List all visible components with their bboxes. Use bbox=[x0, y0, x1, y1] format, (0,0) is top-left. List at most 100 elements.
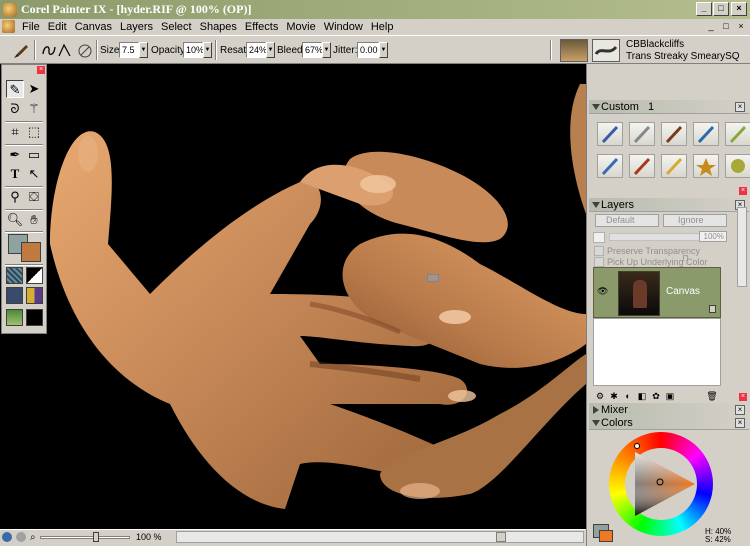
layer-lock-icon[interactable] bbox=[709, 305, 716, 313]
magnifier-icon[interactable]: 🔍︎ bbox=[6, 211, 24, 229]
transform-icon[interactable]: ⬚ bbox=[25, 123, 43, 141]
zoom-magnifier-icon[interactable]: ⌕ bbox=[30, 532, 36, 543]
zoom-slider[interactable] bbox=[40, 536, 130, 539]
look-selector-icon[interactable] bbox=[26, 309, 43, 326]
paint-bucket-icon[interactable]: ⛋ bbox=[25, 188, 43, 206]
menu-select[interactable]: Select bbox=[157, 21, 196, 33]
saturation-value-triangle[interactable] bbox=[625, 448, 697, 520]
pen-icon[interactable]: ✒ bbox=[6, 146, 24, 164]
palette-close-icon[interactable]: × bbox=[735, 102, 745, 112]
brush-preset-icon[interactable] bbox=[597, 154, 623, 178]
opacity-spinner[interactable]: ▼ bbox=[203, 42, 212, 58]
bleed-spinner[interactable]: ▼ bbox=[322, 42, 331, 58]
menu-shapes[interactable]: Shapes bbox=[196, 21, 241, 33]
create-mask-icon[interactable]: ▣ bbox=[663, 390, 677, 402]
crop-icon[interactable]: ⌗ bbox=[6, 123, 24, 141]
menu-file[interactable]: File bbox=[18, 21, 44, 33]
collapse-triangle-icon[interactable] bbox=[592, 420, 600, 426]
doc-restore-button[interactable]: □ bbox=[719, 20, 733, 32]
close-button[interactable]: × bbox=[731, 2, 747, 16]
size-spinner[interactable]: ▼ bbox=[139, 42, 148, 58]
brush-preset-icon[interactable] bbox=[725, 122, 750, 146]
brush-variant-icon[interactable] bbox=[592, 39, 620, 62]
brush-preset-icon[interactable] bbox=[693, 154, 719, 178]
opacity-field[interactable]: 10% bbox=[183, 42, 204, 58]
reset-tool-icon[interactable] bbox=[76, 42, 94, 59]
doc-minimize-button[interactable]: _ bbox=[704, 20, 718, 32]
lasso-icon[interactable]: ᘐ bbox=[6, 100, 24, 118]
layer-adjuster-icon[interactable]: ➤ bbox=[25, 80, 43, 98]
paper-selector-icon[interactable] bbox=[6, 267, 23, 284]
layer-name[interactable]: Canvas bbox=[666, 286, 700, 297]
brush-preset-icon[interactable] bbox=[661, 154, 687, 178]
grabber-icon[interactable]: ✋︎ bbox=[25, 211, 43, 229]
brush-preset-icon[interactable] bbox=[597, 122, 623, 146]
expand-triangle-icon[interactable] bbox=[593, 406, 599, 414]
brush-category-icon[interactable] bbox=[560, 39, 588, 62]
menu-window[interactable]: Window bbox=[320, 21, 367, 33]
collapse-triangle-icon[interactable] bbox=[592, 104, 600, 110]
zoom-slider-thumb[interactable] bbox=[93, 532, 99, 542]
brush-preset-icon[interactable] bbox=[661, 122, 687, 146]
resat-field[interactable]: 24% bbox=[246, 42, 267, 58]
weaving-selector-icon[interactable] bbox=[26, 287, 43, 304]
menu-canvas[interactable]: Canvas bbox=[71, 21, 116, 33]
palette-close-icon[interactable]: × bbox=[735, 405, 745, 415]
app-icon[interactable] bbox=[3, 2, 17, 17]
hue-indicator[interactable] bbox=[634, 443, 640, 449]
canvas-area[interactable] bbox=[0, 64, 586, 529]
layers-palette-close-icon[interactable]: × bbox=[739, 393, 747, 401]
layer-commands-icon[interactable]: ⚙ bbox=[593, 390, 607, 402]
nozzle-selector-icon[interactable] bbox=[6, 309, 23, 326]
rectangle-icon[interactable]: ▭ bbox=[25, 146, 43, 164]
brush-category-name[interactable]: CBBlackcliffs bbox=[626, 39, 684, 50]
brush-tool-icon[interactable]: ✎ bbox=[6, 80, 24, 98]
water-layer-icon[interactable]: ✿ bbox=[649, 390, 663, 402]
composite-depth-select[interactable]: Ignore bbox=[663, 214, 727, 227]
bleed-field[interactable]: 67% bbox=[302, 42, 323, 58]
menu-edit[interactable]: Edit bbox=[44, 21, 71, 33]
toolbox-close-icon[interactable]: × bbox=[37, 66, 45, 74]
tracing-icon[interactable] bbox=[16, 532, 26, 542]
globe-icon[interactable] bbox=[2, 532, 12, 542]
jitter-field[interactable]: 0.00 bbox=[357, 42, 379, 58]
layer-mask-icon[interactable]: ◐ bbox=[621, 390, 635, 402]
document-icon[interactable] bbox=[2, 20, 15, 33]
jitter-spinner[interactable]: ▼ bbox=[379, 42, 388, 58]
collapse-triangle-icon[interactable] bbox=[592, 202, 600, 208]
layers-scrollbar[interactable] bbox=[737, 207, 747, 287]
colors-palette-header[interactable]: Colors × bbox=[589, 416, 749, 430]
minimize-button[interactable]: _ bbox=[696, 2, 712, 16]
eye-icon[interactable]: 👁︎ bbox=[597, 286, 608, 297]
size-field[interactable]: 7.5 bbox=[119, 42, 139, 58]
custom-palette-close-icon[interactable]: × bbox=[739, 187, 747, 195]
brush-preset-icon[interactable] bbox=[693, 122, 719, 146]
brush-preset-icon[interactable] bbox=[629, 122, 655, 146]
trash-icon[interactable]: 🗑︎ bbox=[705, 390, 719, 402]
opacity-field[interactable]: 100% bbox=[699, 231, 727, 242]
menu-effects[interactable]: Effects bbox=[241, 21, 282, 33]
text-icon[interactable]: T bbox=[6, 165, 24, 183]
magic-wand-icon[interactable]: ⚚ bbox=[25, 100, 43, 118]
gradient-selector-icon[interactable] bbox=[26, 267, 43, 284]
lock-icon[interactable]: ⊓ bbox=[682, 253, 689, 264]
mixer-palette-header[interactable]: Mixer × bbox=[589, 403, 749, 417]
preserve-transparency-checkbox[interactable] bbox=[594, 246, 604, 256]
brush-preset-icon[interactable] bbox=[725, 154, 750, 178]
brush-variant-name[interactable]: Trans Streaky SmearySQ bbox=[626, 51, 740, 62]
horizontal-scrollbar[interactable] bbox=[176, 531, 584, 543]
dynamic-plugins-icon[interactable]: ✱ bbox=[607, 390, 621, 402]
dropper-icon[interactable]: ⚲ bbox=[6, 188, 24, 206]
menu-help[interactable]: Help bbox=[367, 21, 398, 33]
pick-underlying-checkbox[interactable] bbox=[594, 257, 604, 267]
scrollbar-thumb[interactable] bbox=[496, 532, 506, 542]
straight-line-icon[interactable] bbox=[56, 42, 74, 59]
shape-selection-icon[interactable]: ↖ bbox=[25, 165, 43, 183]
new-layer-icon[interactable]: ◧ bbox=[635, 390, 649, 402]
primary-color-swatch[interactable] bbox=[599, 530, 613, 542]
brush-preset-icon[interactable] bbox=[629, 154, 655, 178]
custom-palette-header[interactable]: Custom 1 × bbox=[589, 100, 749, 114]
layer-row-canvas[interactable]: 👁︎ Canvas bbox=[593, 267, 721, 318]
primary-color-swatch[interactable] bbox=[21, 242, 41, 262]
composite-method-select[interactable]: Default bbox=[595, 214, 659, 227]
